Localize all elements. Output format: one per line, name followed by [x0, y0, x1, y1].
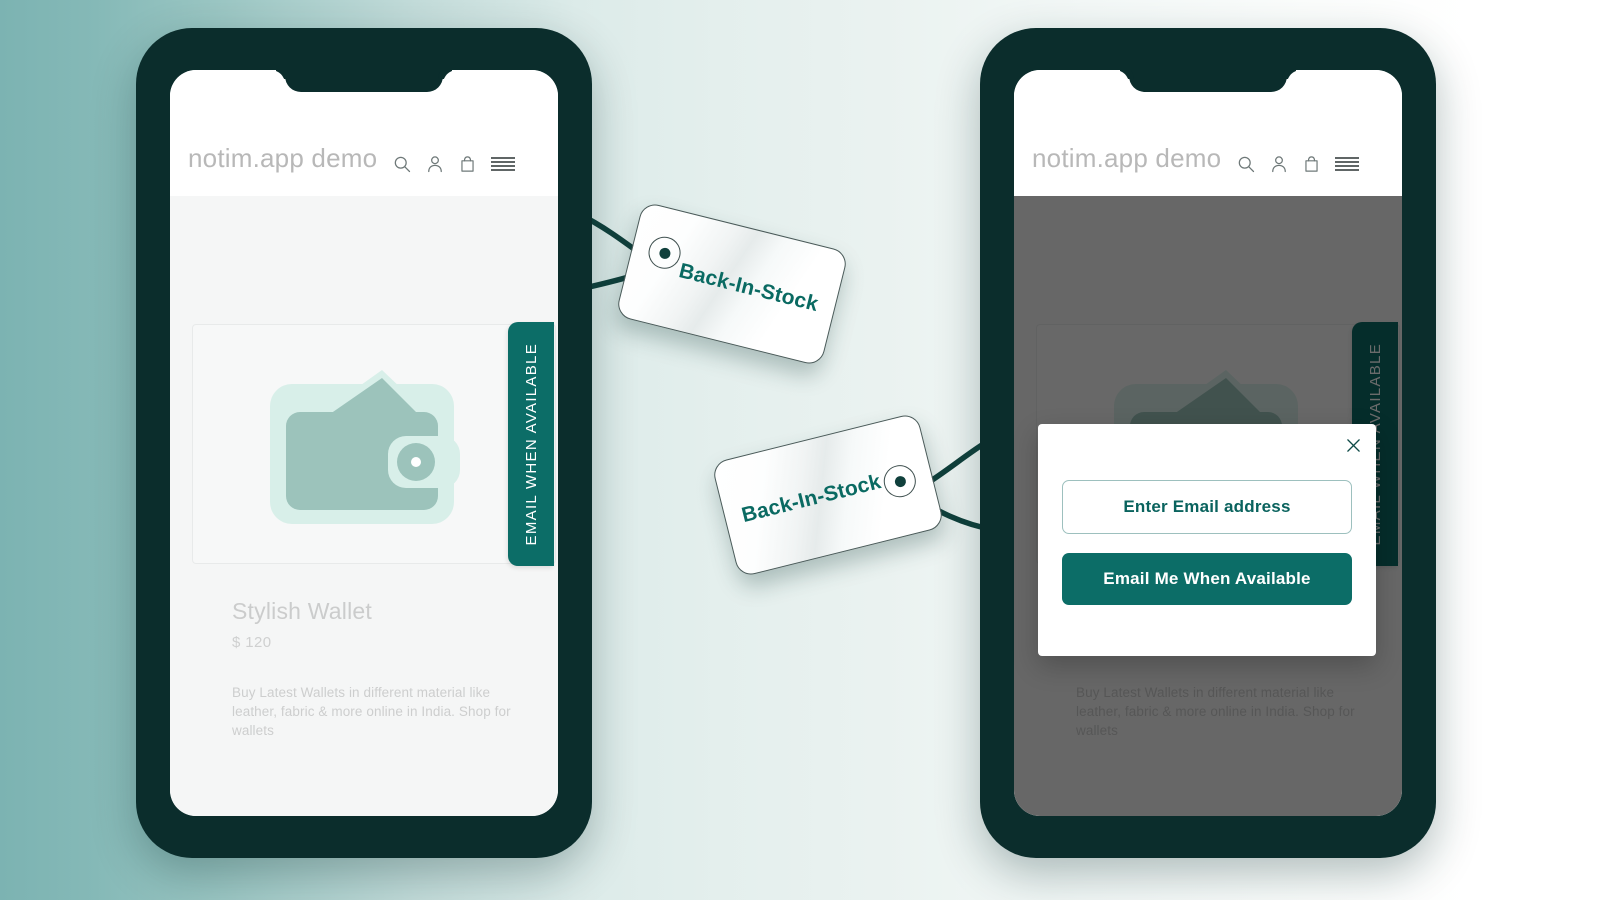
account-icon[interactable] — [1269, 154, 1289, 174]
back-in-stock-tag-top: Back-In-Stock — [614, 201, 850, 367]
product-image-card — [192, 324, 556, 564]
email-tab-label: EMAIL WHEN AVAILABLE — [522, 342, 540, 546]
account-icon[interactable] — [425, 154, 445, 174]
back-in-stock-modal: Email Me When Available — [1038, 424, 1376, 656]
search-icon[interactable] — [392, 154, 412, 174]
product-info: Stylish Wallet $ 120 Buy Latest Wallets … — [232, 598, 532, 740]
back-in-stock-tag-bottom: Back-In-Stock — [710, 412, 946, 578]
menu-icon[interactable] — [1334, 154, 1360, 174]
brand-logo: notim.app demo — [188, 143, 378, 173]
product-title: Stylish Wallet — [232, 598, 372, 624]
bag-icon[interactable] — [458, 154, 477, 174]
header-icons — [1236, 154, 1360, 174]
brand-logo: notim.app demo — [1032, 143, 1222, 173]
email-when-available-tab[interactable]: EMAIL WHEN AVAILABLE — [508, 322, 554, 566]
email-input[interactable] — [1062, 480, 1352, 534]
product-description: Buy Latest Wallets in different material… — [232, 685, 511, 739]
email-me-when-available-button[interactable]: Email Me When Available — [1062, 553, 1352, 605]
product-page-left: EMAIL WHEN AVAILABLE Stylish Wallet $ 12… — [170, 196, 558, 816]
scene: notim.app demo EMAIL WHEN AVAILABLE Styl… — [0, 0, 1600, 900]
menu-icon[interactable] — [490, 154, 516, 174]
phone-notch — [1129, 70, 1287, 92]
bag-icon[interactable] — [1302, 154, 1321, 174]
search-icon[interactable] — [1236, 154, 1256, 174]
wallet-illustration — [264, 358, 484, 530]
screen-left: notim.app demo EMAIL WHEN AVAILABLE Styl… — [170, 70, 558, 816]
header-icons — [392, 154, 516, 174]
product-price: $ 120 — [232, 634, 272, 651]
close-icon[interactable] — [1342, 434, 1364, 456]
phone-notch — [285, 70, 443, 92]
phone-left: notim.app demo EMAIL WHEN AVAILABLE Styl… — [136, 28, 592, 858]
